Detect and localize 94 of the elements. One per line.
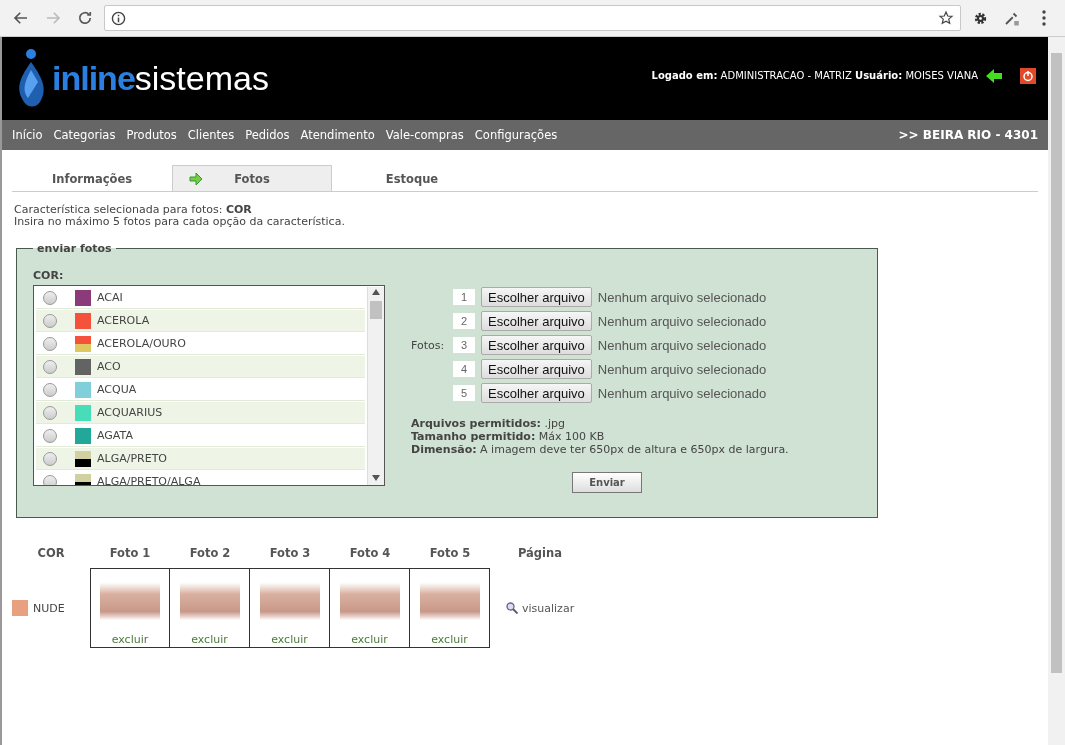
column-header: COR: [36, 546, 66, 562]
fotos-label: Fotos:: [411, 338, 446, 352]
file-status: Nenhum arquivo selecionado: [597, 289, 767, 305]
nav-link[interactable]: Início: [12, 128, 43, 142]
reload-icon: [76, 9, 94, 27]
nav-link[interactable]: Produtos: [126, 128, 177, 142]
radio-button[interactable]: [43, 313, 57, 328]
column-header: Foto 2: [188, 546, 232, 562]
color-option[interactable]: ACEROLA/OURO: [36, 333, 365, 355]
column-header: Foto 4: [348, 546, 392, 562]
panel-legend: enviar fotos: [33, 242, 116, 255]
color-option[interactable]: AGATA: [36, 425, 365, 447]
photo-number: 1: [453, 289, 475, 305]
scrollbar[interactable]: [367, 287, 384, 485]
info-text: Característica selecionada para fotos: COR: [14, 204, 253, 216]
photo-number: 2: [453, 313, 475, 329]
delete-link[interactable]: excluir: [351, 633, 388, 646]
photo-number: 4: [453, 361, 475, 377]
color-name: ACO: [97, 360, 121, 373]
power-icon[interactable]: [1020, 67, 1036, 84]
color-option[interactable]: ALGA/PRETO: [36, 448, 365, 470]
tab[interactable]: Estoque: [332, 165, 492, 191]
column-header: Foto 1: [108, 546, 152, 562]
column-header: Página: [517, 546, 563, 562]
search-icon: [506, 602, 518, 614]
color-name: NUDE: [33, 601, 65, 615]
nav-link[interactable]: Pedidos: [245, 128, 290, 142]
radio-button[interactable]: [43, 474, 57, 485]
nav-link[interactable]: Vale-compras: [385, 128, 464, 142]
back-icon: [12, 9, 30, 27]
delete-link[interactable]: excluir: [111, 633, 149, 646]
color-name: AGATA: [97, 429, 133, 442]
column-header: Foto 5: [428, 546, 472, 562]
color-option[interactable]: ACQUARIUS: [36, 402, 365, 424]
choose-file-button[interactable]: Escolher arquivo: [481, 311, 592, 331]
scrollbar[interactable]: [1048, 37, 1065, 745]
tab[interactable]: Informações: [12, 165, 172, 191]
send-button[interactable]: Enviar: [572, 472, 642, 493]
column-header: Foto 3: [268, 546, 312, 562]
color-name: ACEROLA: [97, 314, 150, 327]
star-icon[interactable]: [938, 10, 954, 26]
nav-link[interactable]: Clientes: [187, 128, 235, 142]
delete-link[interactable]: excluir: [271, 633, 308, 646]
session-info: Logado em: ADMINISTRACAO - MATRIZ Usuário: MOISES VIANA: [651, 70, 978, 81]
info-text: Insira no máximo 5 fotos para cada opção da característica.: [14, 216, 346, 228]
radio-button[interactable]: [43, 382, 57, 397]
delete-link[interactable]: excluir: [191, 633, 228, 646]
choose-file-button[interactable]: Escolher arquivo: [481, 383, 592, 403]
arrow-icon: [189, 172, 203, 186]
nav-link[interactable]: Atendimento: [300, 128, 375, 142]
down-arrow-icon: [372, 475, 380, 481]
color-name: ACQUA: [97, 383, 137, 396]
radio-button[interactable]: [43, 290, 57, 305]
info-icon: [111, 10, 126, 26]
radio-button[interactable]: [43, 336, 57, 351]
rule-text: Tamanho permitido: Máx 100 KB: [411, 430, 606, 443]
color-name: ACEROLA/OURO: [97, 337, 186, 350]
color-option[interactable]: ACQUA: [36, 379, 365, 401]
up-arrow-icon: [372, 289, 380, 295]
nav-link[interactable]: Categorias: [53, 128, 116, 142]
logo-text: sistemas: [134, 59, 269, 98]
file-status: Nenhum arquivo selecionado: [597, 337, 767, 353]
file-status: Nenhum arquivo selecionado: [597, 361, 767, 377]
color-option[interactable]: ACAI: [36, 287, 365, 309]
scrollbar-thumb[interactable]: [1051, 53, 1062, 673]
choose-file-button[interactable]: Escolher arquivo: [481, 287, 592, 307]
photo-number: 3: [453, 337, 475, 353]
view-link[interactable]: visualizar: [490, 601, 590, 615]
tab[interactable]: Fotos: [172, 165, 332, 191]
choose-file-button[interactable]: Escolher arquivo: [481, 359, 592, 379]
file-status: Nenhum arquivo selecionado: [597, 385, 767, 401]
color-name: ALGA/PRETO: [97, 452, 167, 465]
logo-text: inline: [52, 59, 135, 98]
color-name: ACQUARIUS: [97, 406, 163, 419]
rule-text: Dimensão: A imagem deve ter 650px de altura e 650px de largura.: [411, 443, 790, 456]
nav-link[interactable]: Configurações: [474, 128, 558, 142]
scrollbar-thumb[interactable]: [370, 301, 382, 319]
store-name: >> BEIRA RIO - 4301: [898, 128, 1038, 142]
radio-button[interactable]: [43, 405, 57, 420]
choose-file-button[interactable]: Escolher arquivo: [481, 335, 592, 355]
color-name: ACAI: [97, 291, 123, 304]
radio-button[interactable]: [43, 451, 57, 466]
delete-link[interactable]: excluir: [431, 633, 468, 646]
file-status: Nenhum arquivo selecionado: [597, 313, 767, 329]
color-option[interactable]: ACO: [36, 356, 365, 378]
radio-button[interactable]: [43, 428, 57, 443]
photo-number: 5: [453, 385, 475, 401]
list-label: COR:: [33, 269, 65, 282]
radio-button[interactable]: [43, 359, 57, 374]
back-arrow-icon[interactable]: [986, 68, 1002, 83]
rule-text: Arquivos permitidos: .jpg: [411, 417, 566, 430]
forward-icon: [44, 9, 62, 27]
menu-icon: [1042, 10, 1046, 26]
color-option[interactable]: ACEROLA: [36, 310, 365, 332]
